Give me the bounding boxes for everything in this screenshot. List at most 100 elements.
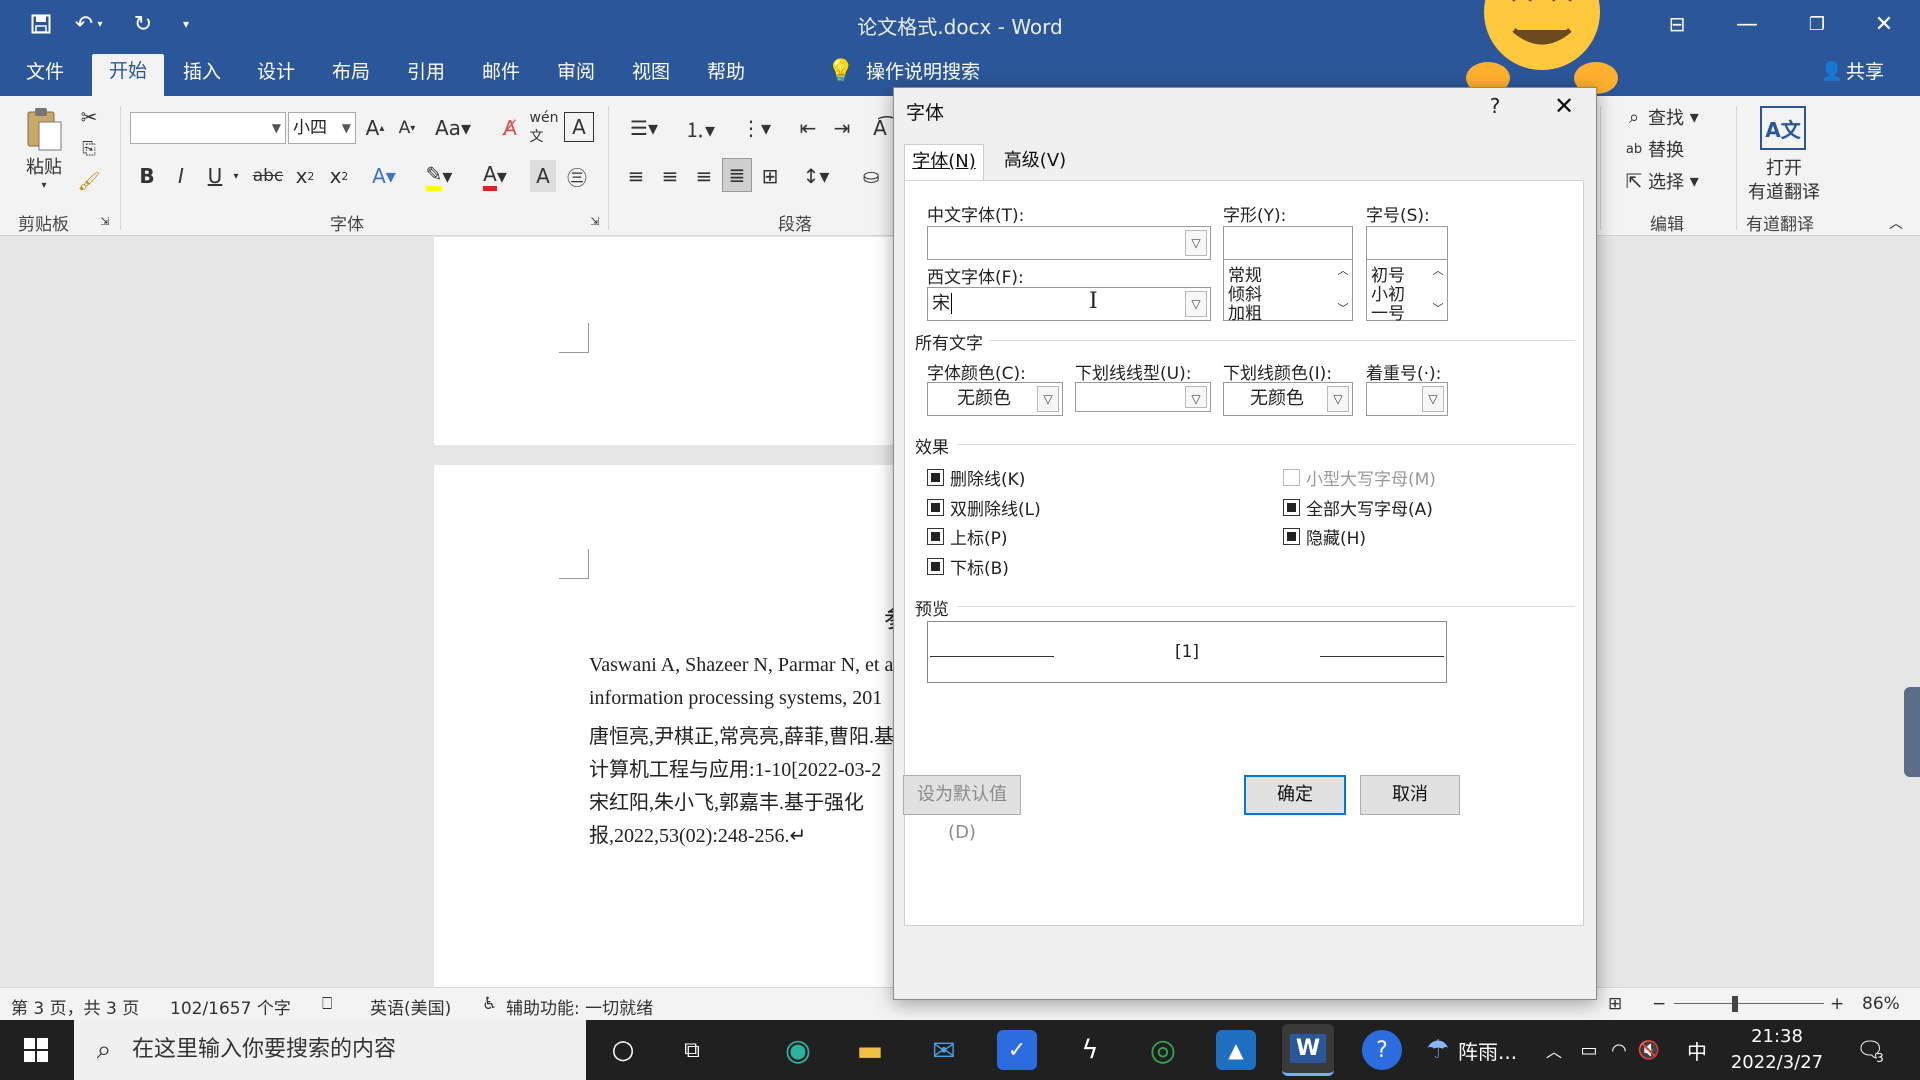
numbering-icon[interactable]: ⒈▾ (678, 112, 722, 144)
font-color-combo[interactable]: 无颜色 ▽ (927, 382, 1063, 416)
distributed-icon[interactable]: ⊞ (756, 160, 784, 192)
web-layout-icon[interactable]: ⊞ (1608, 994, 1622, 1014)
highlight-color-icon[interactable]: ✎ ▾ (418, 160, 460, 192)
tab-mailings[interactable]: 邮件 (477, 58, 525, 96)
taskbar-search-input[interactable]: 在这里输入你要搜索的内容 (74, 1020, 586, 1080)
show-hidden-icons-icon[interactable]: ︿ (1542, 1030, 1566, 1070)
app-bolt-icon[interactable]: ϟ (1070, 1030, 1110, 1070)
size-option[interactable]: 一号 (1371, 299, 1405, 324)
word-taskbar-icon[interactable]: W (1282, 1024, 1334, 1076)
underline-dropdown-icon[interactable]: ▾ (228, 160, 244, 192)
reference-line[interactable]: information processing systems, 201 (589, 687, 882, 710)
superscript-icon[interactable]: x2 (326, 160, 352, 192)
hidden-checkbox[interactable]: 隐藏(H) (1283, 524, 1366, 549)
clock-time[interactable]: 21:38 (1722, 1022, 1832, 1050)
bold-icon[interactable]: B (134, 160, 160, 192)
tab-view[interactable]: 视图 (627, 58, 675, 96)
chrome-icon[interactable]: ◎ (1143, 1030, 1183, 1070)
weather-text[interactable]: 阵雨... (1458, 1030, 1528, 1070)
font-launcher-icon[interactable]: ⇲ (588, 214, 602, 228)
superscript-checkbox[interactable]: 上标(P) (927, 524, 1008, 549)
collapse-ribbon-icon[interactable]: ︿ (1886, 214, 1906, 232)
tab-font[interactable]: 字体(N) (904, 144, 984, 181)
select-button[interactable]: 选择 ▾ (1648, 168, 1718, 194)
tab-review[interactable]: 审阅 (552, 58, 600, 96)
paste-dropdown-icon[interactable]: ▾ (22, 176, 66, 194)
scroll-down-icon[interactable]: ﹀ (1334, 300, 1352, 316)
zoom-slider-thumb[interactable] (1732, 996, 1738, 1012)
clear-formatting-icon[interactable]: A̸ (496, 112, 524, 144)
restore-button[interactable]: ❐ (1795, 6, 1839, 42)
phonetic-guide-icon[interactable]: wén 文 (530, 110, 559, 146)
windows-start-icon[interactable] (16, 1030, 56, 1070)
replace-button[interactable]: 替换 (1648, 136, 1708, 162)
chinese-font-combo[interactable]: ▽ (927, 226, 1211, 260)
close-button[interactable]: ✕ (1862, 6, 1906, 42)
ime-indicator[interactable]: 中 (1682, 1030, 1712, 1070)
tab-layout[interactable]: 布局 (327, 58, 375, 96)
reference-line[interactable]: 宋红阳,朱小飞,郭嘉丰.基于强化 (589, 786, 864, 815)
select-cursor-icon[interactable]: ⇱ (1624, 168, 1644, 194)
paste-label[interactable]: 粘贴 (22, 154, 66, 178)
weather-icon[interactable]: ☂ (1418, 1030, 1458, 1070)
multilevel-list-icon[interactable]: ⋮▾ (734, 112, 778, 144)
edge-browser-icon[interactable]: ◉ (778, 1030, 818, 1070)
subscript-checkbox[interactable]: 下标(B) (927, 554, 1009, 579)
cancel-button[interactable]: 取消 (1360, 775, 1460, 815)
reference-line[interactable]: 报,2022,53(02):248-256.↵ (589, 819, 806, 848)
font-dialog[interactable]: 字体 ? ✕ 字体(N) 高级(V) 中文字体(T): ▽ 西文字体(F): 宋… (893, 87, 1597, 1000)
reference-line[interactable]: 计算机工程与应用:1-10[2022-03-2 (589, 753, 881, 782)
grow-font-icon[interactable]: A ▴ (362, 112, 388, 144)
lightbulb-icon[interactable]: 💡 (826, 58, 856, 96)
file-explorer-icon[interactable]: ▬ (850, 1030, 890, 1070)
page-count[interactable]: 第 3 页，共 3 页 (11, 994, 139, 1019)
replace-icon[interactable]: ab (1624, 136, 1644, 162)
zoom-in-icon[interactable]: + (1830, 994, 1844, 1014)
character-border-icon[interactable]: A (564, 112, 594, 142)
tab-insert[interactable]: 插入 (178, 58, 226, 96)
font-style-list[interactable]: 常规 倾斜 加粗 ︿ ﹀ (1223, 259, 1353, 324)
ok-button[interactable]: 确定 (1244, 775, 1346, 815)
align-center-icon[interactable]: ≡ (656, 160, 684, 192)
volume-muted-icon[interactable]: 🔇 (1636, 1030, 1662, 1070)
bullets-icon[interactable]: ☰▾ (622, 112, 666, 144)
underline-style-combo[interactable]: ▽ (1075, 382, 1211, 412)
find-icon[interactable]: ⌕ (1624, 104, 1644, 130)
customize-qat-icon[interactable]: ▾ (170, 8, 202, 40)
subscript-icon[interactable]: x2 (292, 160, 318, 192)
minimize-button[interactable]: — (1725, 6, 1769, 42)
undo-dropdown-icon[interactable]: ▾ (92, 8, 108, 40)
proofing-icon[interactable]: ⎕ (322, 994, 332, 1014)
strikethrough-icon[interactable]: abc (252, 160, 284, 192)
font-name-combo[interactable]: ▼ (130, 112, 286, 144)
style-option-bold[interactable]: 加粗 (1228, 299, 1262, 324)
chinese-layout-icon[interactable]: A͡ (866, 112, 894, 144)
ribbon-display-icon[interactable]: ⊟ (1655, 6, 1699, 42)
double-strikethrough-checkbox[interactable]: 双删除线(L) (927, 495, 1041, 520)
text-effects-icon[interactable]: A▾ (366, 160, 402, 192)
font-size-combo[interactable]: 小四 ▼ (288, 112, 356, 144)
zoom-level[interactable]: 86% (1862, 994, 1900, 1014)
reference-line[interactable]: 唐恒亮,尹棋正,常亮亮,薛菲,曹阳.基 (589, 720, 894, 749)
network-icon[interactable]: ◠ (1606, 1030, 1632, 1070)
change-case-icon[interactable]: Aa▾ (432, 112, 474, 144)
mail-icon[interactable]: ✉ (924, 1030, 964, 1070)
small-caps-checkbox[interactable]: 小型大写字母(M) (1283, 465, 1436, 490)
decrease-indent-icon[interactable]: ⇤ (794, 112, 822, 144)
clock-date[interactable]: 2022/3/27 (1722, 1048, 1832, 1076)
redo-icon[interactable]: ↻ (127, 8, 159, 40)
tab-home[interactable]: 开始 (92, 54, 164, 96)
scroll-down-icon[interactable]: ﹀ (1429, 300, 1447, 316)
find-button[interactable]: 查找 ▾ (1648, 104, 1718, 130)
character-shading-icon[interactable]: A (530, 160, 556, 192)
chevron-down-icon[interactable]: ▽ (1185, 291, 1207, 317)
tab-design[interactable]: 设计 (252, 58, 300, 96)
battery-icon[interactable]: ▭ (1576, 1030, 1602, 1070)
justify-icon[interactable]: ≣ (722, 158, 752, 192)
font-size-list[interactable]: 初号 小初 一号 ︿ ﹀ (1366, 259, 1448, 324)
emphasis-mark-combo[interactable]: ▽ (1366, 382, 1448, 416)
shading-icon[interactable]: ⛀ (856, 160, 886, 192)
font-size-input[interactable] (1366, 226, 1448, 260)
underline-color-combo[interactable]: 无颜色 ▽ (1223, 382, 1353, 416)
italic-icon[interactable]: I (168, 160, 194, 192)
